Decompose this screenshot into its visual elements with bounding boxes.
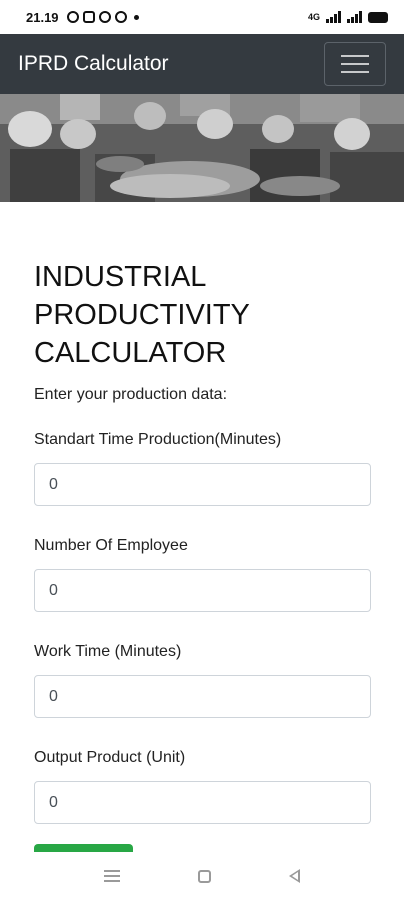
hamburger-menu-icon — [341, 55, 369, 57]
home-icon[interactable] — [198, 869, 211, 883]
form-subtitle: Enter your production data: — [34, 386, 228, 403]
recent-apps-icon[interactable] — [104, 870, 120, 882]
page-title-line-2: PRODUCTIVITY — [34, 299, 250, 331]
output-product-label: Output Product (Unit) — [34, 749, 186, 766]
work-time-input[interactable] — [34, 675, 371, 718]
navbar-brand[interactable]: IPRD Calculator — [18, 52, 169, 76]
work-time-label: Work Time (Minutes) — [34, 643, 182, 660]
instagram-icon — [82, 11, 95, 23]
page-title-line-1: INDUSTRIAL — [34, 261, 207, 293]
signal-2-icon — [347, 11, 362, 23]
more-notifications-dot-icon — [133, 14, 139, 20]
status-time: 21.19 — [26, 9, 59, 25]
status-right: 4G — [308, 11, 388, 23]
standard-time-label: Standart Time Production(Minutes) — [34, 431, 282, 448]
factory-workers-photo — [0, 94, 404, 202]
calculator-form: INDUSTRIAL PRODUCTIVITY CALCULATOR Enter… — [34, 258, 372, 884]
notification-icons — [66, 11, 139, 23]
network-type-label: 4G — [307, 12, 320, 22]
employee-count-input[interactable] — [34, 569, 371, 612]
standard-time-input[interactable] — [34, 463, 371, 506]
output-product-input[interactable] — [34, 781, 371, 824]
battery-icon — [368, 11, 388, 23]
page-title-line-3: CALCULATOR — [34, 337, 227, 369]
heart-chat-icon — [98, 11, 111, 23]
employee-count-label: Number Of Employee — [34, 537, 188, 554]
navigation-icon — [66, 11, 79, 23]
page-title: INDUSTRIAL PRODUCTIVITY CALCULATOR — [34, 258, 372, 372]
hamburger-menu-button[interactable] — [324, 42, 386, 86]
signal-icon — [326, 11, 341, 23]
system-nav-bar — [0, 852, 404, 900]
status-bar: 21.19 4G — [0, 0, 404, 34]
whatsapp-icon — [114, 11, 127, 23]
back-icon[interactable] — [289, 869, 300, 883]
app-navbar: IPRD Calculator — [0, 34, 404, 94]
banner-image — [0, 94, 404, 202]
